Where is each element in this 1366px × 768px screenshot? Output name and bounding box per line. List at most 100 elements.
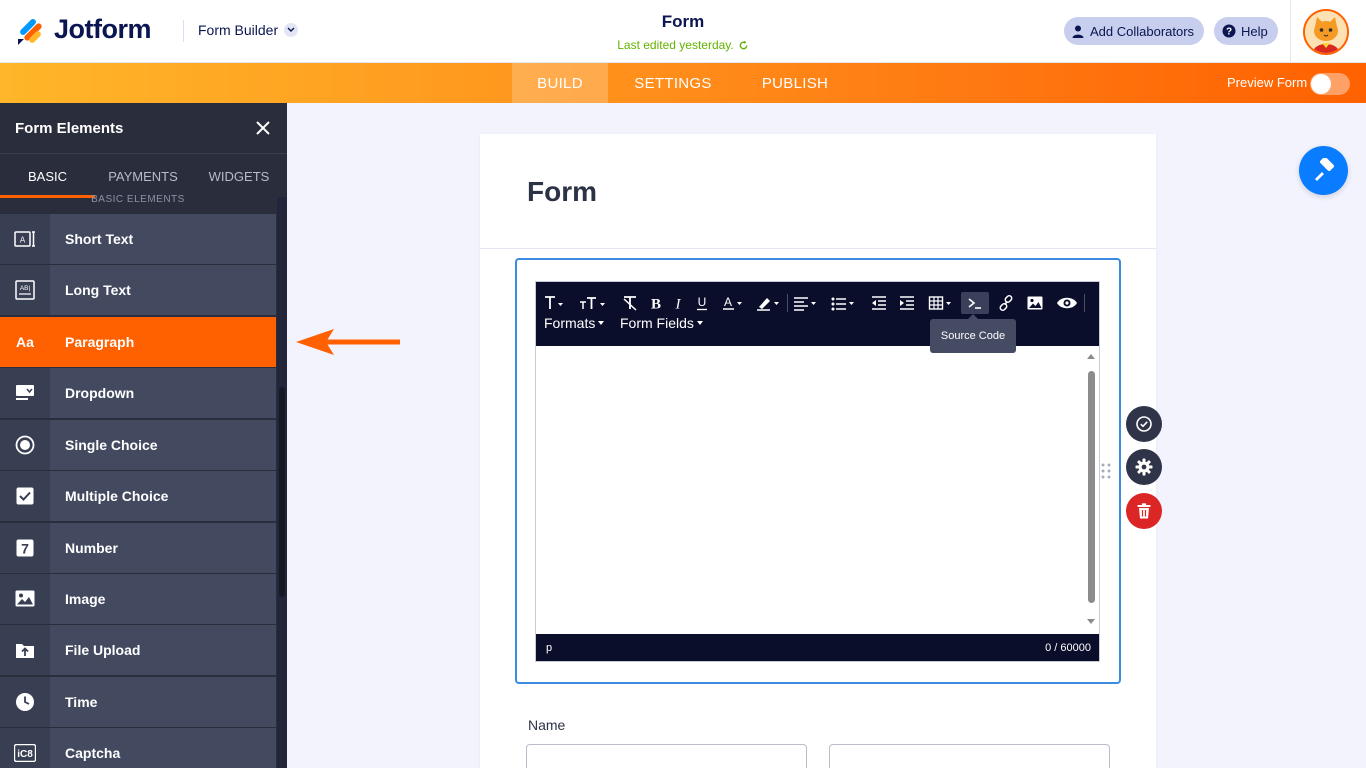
element-captcha[interactable]: iC8 Captcha [0,728,276,768]
form-title[interactable]: Form [583,12,783,32]
source-code-tooltip: Source Code [930,314,1016,353]
caret-down-icon [598,321,605,325]
last-name-input[interactable] [829,744,1110,768]
svg-text:Aa: Aa [16,334,34,350]
link-button[interactable] [998,292,1014,314]
element-list: A Short Text AB| Long Text Aa Paragraph … [0,214,276,768]
jotform-logo-icon [18,18,42,45]
editor-scrollbar[interactable] [1084,351,1098,629]
add-collaborators-button[interactable]: Add Collaborators [1064,17,1205,45]
tab-basic[interactable]: BASIC [0,154,95,198]
panel-title: Form Elements [15,120,124,137]
name-field-label: Name [528,717,566,733]
form-elements-panel: Form Elements BASIC PAYMENTS WIDGETS BAS… [0,103,287,768]
editor-scrollbar-thumb[interactable] [1088,371,1095,603]
element-path[interactable]: p [546,642,552,654]
toolbar-separator [787,294,788,312]
element-file-upload[interactable]: File Upload [0,625,276,676]
checkbox-icon [0,471,50,522]
element-number[interactable]: 7 Number [0,522,276,573]
element-dropdown[interactable]: Dropdown [0,368,276,419]
rich-text-editor: B I U A Formats Form Fields Source Code … [535,281,1100,662]
source-code-button[interactable] [961,292,989,314]
user-avatar[interactable] [1303,9,1349,55]
header-divider [183,20,184,42]
highlight-color-button[interactable] [756,292,782,314]
element-time[interactable]: Time [0,676,276,727]
short-text-icon: A [0,214,50,264]
svg-text:B: B [651,297,661,311]
paint-roller-icon [1314,157,1334,181]
help-button[interactable]: ? Help [1214,17,1278,45]
brand-name: Jotform [54,14,152,44]
close-icon[interactable] [254,119,272,137]
radio-icon [0,419,50,470]
element-single-choice[interactable]: Single Choice [0,419,276,470]
underline-button[interactable]: U [694,292,710,314]
element-paragraph[interactable]: Aa Paragraph [0,316,276,367]
jotform-logo[interactable]: Jotform [16,14,152,45]
svg-text:iC8: iC8 [17,749,33,760]
svg-text:AB|: AB| [20,285,31,292]
editor-toolbar: B I U A Formats Form Fields Source Code [536,282,1099,353]
element-long-text[interactable]: AB| Long Text [0,265,276,316]
builder-nav: BUILD SETTINGS PUBLISH Preview Form [0,63,1366,103]
insert-image-button[interactable] [1026,292,1044,314]
refresh-icon[interactable] [738,39,749,51]
panel-scrollbar-thumb[interactable] [279,387,285,597]
table-button[interactable] [928,292,954,314]
element-short-text[interactable]: A Short Text [0,214,276,264]
delete-field-button[interactable] [1126,493,1162,529]
editor-content-area[interactable] [536,346,1099,634]
preview-eye-button[interactable] [1056,292,1078,314]
top-header: Jotform Form Builder Form Last edited ye… [0,0,1366,63]
bold-button[interactable]: B [648,292,664,314]
scroll-up-icon[interactable] [1084,351,1098,361]
align-button[interactable] [792,292,820,314]
panel-header: Form Elements [0,103,287,153]
tab-build[interactable]: BUILD [512,63,608,103]
editor-statusbar: p 0 / 60000 [536,634,1099,661]
scroll-down-icon[interactable] [1084,617,1098,627]
user-icon [1072,25,1084,38]
indent-button[interactable] [898,292,916,314]
formats-menu[interactable]: Formats [544,315,605,331]
first-name-input[interactable] [526,744,807,768]
tab-publish[interactable]: PUBLISH [748,63,842,103]
formats-menu-label: Formats [544,315,596,331]
form-fields-menu[interactable]: Form Fields [620,315,703,331]
tab-settings[interactable]: SETTINGS [620,63,726,103]
text-color-button[interactable]: A [722,292,744,314]
element-label: Multiple Choice [65,488,169,505]
font-family-button[interactable] [542,292,566,314]
preview-form-toggle[interactable] [1310,73,1350,95]
form-designer-button[interactable] [1299,146,1348,195]
chevron-down-icon [284,23,299,37]
image-icon [0,573,50,624]
required-toggle-button[interactable] [1126,406,1162,442]
trash-icon [1137,503,1151,519]
add-collaborators-label: Add Collaborators [1090,23,1195,39]
drag-handle-icon[interactable] [1101,463,1111,479]
tab-payments[interactable]: PAYMENTS [95,154,191,198]
last-edited-text: Last edited yesterday. [617,38,734,52]
italic-button[interactable]: I [670,292,686,314]
panel-scrollbar[interactable] [277,197,287,768]
dropdown-icon [0,368,50,419]
form-heading[interactable]: Form [527,176,597,208]
element-label: Time [65,693,98,710]
field-properties-button[interactable] [1126,449,1162,485]
tab-widgets[interactable]: WIDGETS [191,154,287,198]
element-multiple-choice[interactable]: Multiple Choice [0,471,276,522]
outdent-button[interactable] [870,292,888,314]
number-icon: 7 [0,522,50,573]
svg-text:U: U [698,295,707,309]
clear-formatting-button[interactable] [620,292,640,314]
font-size-button[interactable] [578,292,608,314]
element-label: Image [65,590,106,607]
element-label: Long Text [65,282,131,299]
list-button[interactable] [830,292,858,314]
form-builder-dropdown[interactable]: Form Builder [198,22,299,38]
element-image[interactable]: Image [0,573,276,624]
element-label: Paragraph [65,333,135,350]
